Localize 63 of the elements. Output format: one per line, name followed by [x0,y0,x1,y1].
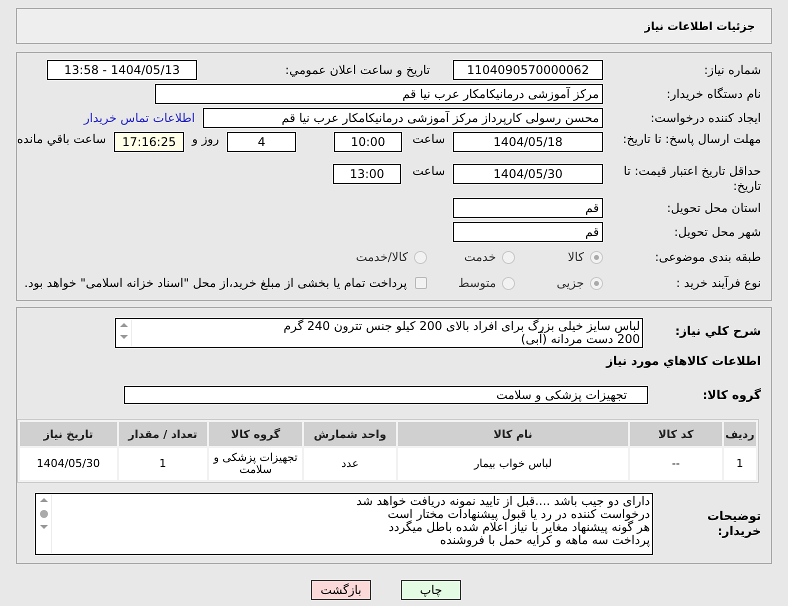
section-heading: اطلاعات كالاهاي مورد نياز [604,354,761,369]
field-label: شهر محل تحویل: [673,224,761,240]
field-label: استان محل تحویل: [666,200,761,216]
radio-button[interactable] [590,250,603,264]
time-field[interactable]: 10:00 [334,132,402,152]
table-cell: عدد [304,448,396,480]
column-header: کد کالا [630,422,722,446]
date-field[interactable]: 1404/05/18 [453,132,603,152]
text-field[interactable]: قم [453,222,603,242]
radio-button[interactable] [590,276,603,290]
print-button[interactable]: چاپ [401,580,461,600]
field-label: ایجاد کننده درخواست: [649,110,761,126]
text-field[interactable]: 1404/05/13 - 13:58 [47,60,197,80]
column-header: گروه کالا [208,422,302,446]
text-field[interactable]: محسن رسولی کارپرداز مرکز آموزشی درمانیکامکار عرب نیا قم [203,108,603,128]
field-label: حداقل تاریخ اعتبار قیمت: تا تاریخ: [622,164,761,194]
notes-box[interactable]: دارای دو جیب باشد ....قبل از تایید نمونه دریافت خواهد شد درخواست کننده در رد یا قبول پیشنهادات مختار است هر گونه پیشنهاد مغایر با نیاز اعلام شده باطل میگردد پرداخت سه ماهه و کرایه حمل با فروشنده [35,493,653,555]
radio-button[interactable] [502,250,515,264]
text-field[interactable]: مرکز آموزشی درمانیکامکار عرب نیا قم [155,84,603,104]
days-field: 4 [227,132,296,152]
radio-button[interactable] [414,250,427,264]
table-cell: لباس خواب بیمار [398,448,628,480]
column-header: واحد شمارش [304,422,396,446]
radio-label: کالا [568,250,584,264]
contact-link[interactable]: اطلاعات تماس خریدار [84,111,195,125]
time-field[interactable]: 13:00 [333,164,401,184]
days-label: روز و [192,132,220,146]
page-title: جزئیات اطلاعات نیاز [644,20,755,32]
column-header: تعداد / مقدار [118,422,207,446]
text-field[interactable]: تجهیزات پزشکی و سلامت [124,386,648,404]
checkbox[interactable] [415,277,427,289]
radio-label: متوسط [458,276,496,290]
field-label: شماره نیاز: [703,62,761,78]
field-label: شرح كلي نياز: [674,323,761,339]
field-label: توضیحات خریدار: [706,509,761,539]
remaining-label: ساعت باقي مانده [17,132,106,146]
field-label: طبقه بندی موضوعی: [654,250,761,264]
treasury-note: پرداخت تمام یا بخشی از مبلغ خرید،از محل "اسناد خزانه اسلامی" خواهد بود. [24,276,407,290]
column-header: تاریخ نیاز [20,422,117,446]
time-label: ساعت [411,132,445,146]
radio-label: کالا/خدمت [356,250,408,264]
radio-label: خدمت [464,250,496,264]
description-box[interactable]: لباس سایز خیلی بزرگ برای افراد بالای 200 کیلو جنس تترون 240 گرم 200 دست مردانه (آبی) [115,318,643,348]
field-label: تاریخ و ساعت اعلان عمومي: [284,62,431,78]
text-field[interactable]: 1104090570000062 [453,60,603,80]
table-cell: تجهیزات پزشکی و سلامت [208,448,302,480]
field-label: مهلت ارسال پاسخ: تا تاریخ: [622,132,761,147]
radio-button[interactable] [502,276,515,290]
table-cell: 1 [724,448,756,480]
radio-label: جزیی [556,276,584,290]
text-field[interactable]: قم [453,198,603,218]
table-cell: -- [630,448,722,480]
column-header: رديف [724,422,756,446]
time-label: ساعت [411,164,445,178]
date-field[interactable]: 1404/05/30 [453,164,603,184]
back-button[interactable]: بازگشت [311,580,371,600]
column-header: نام کالا [398,422,628,446]
field-label: نام دستگاه خریدار: [666,86,761,102]
field-label: نوع فرآیند خرید : [675,276,761,290]
table-cell: 1404/05/30 [20,448,117,480]
remaining-time-field: 17:16:25 [114,132,184,152]
table-cell: 1 [118,448,207,480]
field-label: گروه کالا: [702,388,761,402]
